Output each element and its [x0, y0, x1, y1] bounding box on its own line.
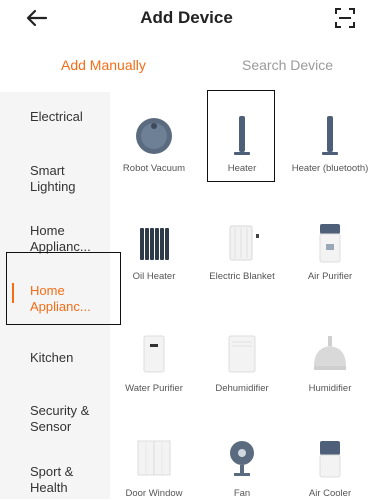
air-cooler-icon	[306, 437, 354, 485]
device-label: Fan	[233, 488, 251, 499]
scan-icon[interactable]	[334, 7, 356, 29]
door-window-icon	[130, 437, 178, 485]
device-door-window[interactable]: Door Window	[110, 437, 198, 500]
device-label: Humidifier	[308, 383, 352, 394]
device-robot-vacuum[interactable]: Robot Vacuum	[110, 112, 198, 175]
device-label: Robot Vacuum	[122, 163, 186, 174]
sidebar-item-home-appliances-1[interactable]: Home Applianc...	[30, 223, 110, 255]
highlight-box-home-appliances	[6, 252, 121, 325]
device-label: Air Purifier	[307, 271, 353, 282]
sidebar-item-security-sensor[interactable]: Security & Sensor	[30, 403, 110, 435]
sidebar-item-smart-lighting[interactable]: Smart Lighting	[30, 163, 110, 195]
device-dehumidifier[interactable]: Dehumidifier	[198, 332, 286, 395]
device-label: Electric Blanket	[209, 271, 275, 282]
tab-bar: Add Manually Search Device	[0, 44, 373, 84]
sidebar-item-sport-health[interactable]: Sport & Health	[30, 464, 110, 496]
sidebar-item-electrical[interactable]: Electrical	[30, 109, 110, 125]
oil-heater-icon	[130, 220, 178, 268]
highlight-box-heater	[207, 90, 275, 182]
water-purifier-icon	[130, 332, 178, 380]
humidifier-icon	[306, 332, 354, 380]
device-air-purifier[interactable]: Air Purifier	[286, 220, 373, 283]
device-label: Oil Heater	[132, 271, 176, 282]
device-heater-bluetooth[interactable]: Heater (bluetooth)	[286, 112, 373, 175]
device-label: Door Window	[125, 488, 183, 499]
sidebar-item-kitchen[interactable]: Kitchen	[30, 350, 110, 366]
page-title: Add Device	[140, 8, 233, 27]
device-humidifier[interactable]: Humidifier	[286, 332, 373, 395]
device-air-cooler[interactable]: Air Cooler	[286, 437, 373, 500]
device-label: Heater (bluetooth)	[291, 163, 369, 174]
device-fan[interactable]: Fan	[198, 437, 286, 500]
device-label: Dehumidifier	[215, 383, 269, 394]
tab-search-device[interactable]: Search Device	[242, 57, 333, 73]
device-oil-heater[interactable]: Oil Heater	[110, 220, 198, 283]
dehumidifier-icon	[218, 332, 266, 380]
robot-vacuum-icon	[130, 112, 178, 160]
air-purifier-icon	[306, 220, 354, 268]
device-label: Air Cooler	[308, 488, 352, 499]
device-electric-blanket[interactable]: Electric Blanket	[198, 220, 286, 283]
header-bar: Add Device	[0, 0, 373, 40]
fan-icon	[218, 437, 266, 485]
device-label: Water Purifier	[125, 383, 183, 394]
tab-add-manually[interactable]: Add Manually	[61, 57, 146, 73]
electric-blanket-icon	[218, 220, 266, 268]
heater-bluetooth-icon	[306, 112, 354, 160]
device-water-purifier[interactable]: Water Purifier	[110, 332, 198, 395]
